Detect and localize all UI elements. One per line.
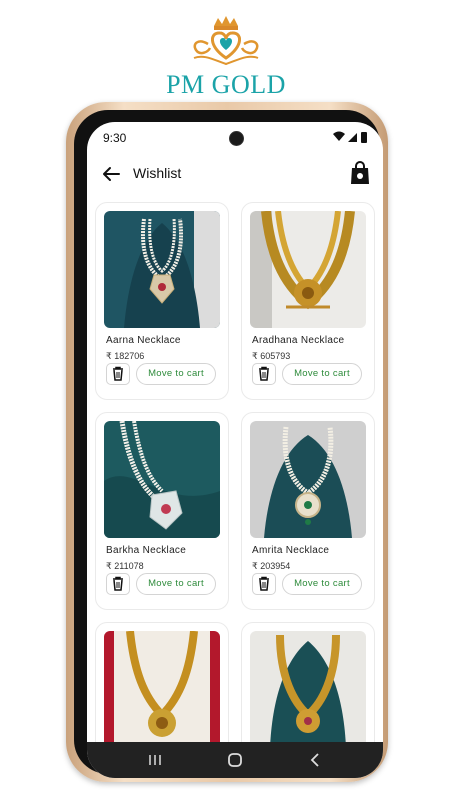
phone-bezel: 9:30 Wishlist Aarna Necklace ₹ 182706 Mo… [74,110,383,778]
app-screen: 9:30 Wishlist Aarna Necklace ₹ 182706 Mo… [87,122,383,778]
app-bar: Wishlist [87,154,383,194]
trash-icon [113,576,123,591]
product-price: ₹ 182706 [106,351,145,361]
front-camera [229,131,244,146]
remove-button[interactable] [106,363,130,385]
home-icon[interactable] [225,750,245,770]
remove-button[interactable] [106,573,130,595]
shopping-bag-icon[interactable] [349,160,371,186]
move-to-cart-button[interactable]: Move to cart [282,363,362,385]
product-image [104,631,220,748]
status-bar: 9:30 [87,122,383,154]
move-to-cart-button[interactable]: Move to cart [136,363,216,385]
brand-name: PM GOLD [166,70,286,99]
product-image [250,421,366,538]
product-price: ₹ 211078 [106,561,144,571]
wishlist-card[interactable]: Aarna Necklace ₹ 182706 Move to cart [95,202,229,400]
page-title: Wishlist [133,165,182,181]
product-price: ₹ 203954 [252,561,291,571]
move-to-cart-button[interactable]: Move to cart [136,573,216,595]
product-image [104,211,220,328]
product-image [250,211,366,328]
recents-icon[interactable] [145,750,165,770]
move-to-cart-button[interactable]: Move to cart [282,573,362,595]
product-name: Aradhana Necklace [252,335,345,346]
remove-button[interactable] [252,363,276,385]
system-nav-bar [87,742,383,778]
back-icon[interactable] [305,750,325,770]
battery-icon [361,132,367,143]
signal-icon [348,133,357,142]
trash-icon [259,576,269,591]
crown-crest-icon [193,16,259,66]
product-name: Barkha Necklace [106,545,187,556]
product-price: ₹ 605793 [252,351,291,361]
wishlist-card[interactable]: Barkha Necklace ₹ 211078 Move to cart [95,412,229,610]
wifi-icon [333,131,345,141]
trash-icon [259,366,269,381]
wishlist-card[interactable]: Amrita Necklace ₹ 203954 Move to cart [241,412,375,610]
product-name: Aarna Necklace [106,335,181,346]
status-icons [333,131,367,143]
remove-button[interactable] [252,573,276,595]
product-image [250,631,366,748]
brand-logo: PM GOLD [0,12,452,99]
trash-icon [113,366,123,381]
wishlist-card[interactable]: Aradhana Necklace ₹ 605793 Move to cart [241,202,375,400]
back-arrow-icon[interactable] [99,162,123,186]
status-time: 9:30 [103,131,127,145]
product-name: Amrita Necklace [252,545,330,556]
wishlist-grid: Aarna Necklace ₹ 182706 Move to cart Ara… [87,202,383,778]
product-image [104,421,220,538]
phone-frame: 9:30 Wishlist Aarna Necklace ₹ 182706 Mo… [66,102,388,782]
